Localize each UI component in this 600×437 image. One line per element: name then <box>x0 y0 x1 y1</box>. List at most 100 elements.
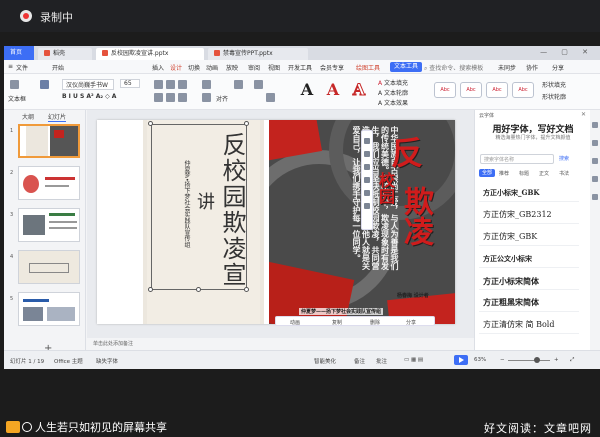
share-slide-button[interactable]: 分享 <box>406 319 416 326</box>
font-item[interactable]: 方正小标宋简体 <box>479 272 579 290</box>
list-icon[interactable] <box>166 80 175 89</box>
menu-slideshow[interactable]: 放映 <box>226 63 238 72</box>
align-icon[interactable] <box>154 80 163 89</box>
text-effect-button[interactable]: A 文本效果 <box>378 98 408 107</box>
slide-thumbnail-2[interactable] <box>18 166 80 200</box>
tab-drug-prevention-pptx[interactable]: 禁毒宣传PPT.pptx <box>208 48 308 60</box>
shape-style-2[interactable]: Abc <box>460 82 482 98</box>
textbox-label[interactable]: 文本框 <box>8 94 26 103</box>
shape-style-1[interactable]: Abc <box>434 82 456 98</box>
shape-style-3[interactable]: Abc <box>486 82 508 98</box>
slide-1[interactable]: 仲夏梦•扬下梦社会实践队宣传组 讲 反校园欺凌宣 中华民族自古崇尚仁爱，与人为善… <box>97 120 455 324</box>
play-slideshow-button[interactable] <box>454 355 468 365</box>
font-tab-calligraphy[interactable]: 书法 <box>559 170 569 177</box>
convert-icon[interactable] <box>254 80 263 89</box>
smart-art-icon[interactable] <box>266 93 275 102</box>
layers-icon[interactable] <box>364 138 370 144</box>
zoom-out-icon[interactable]: − <box>500 357 505 363</box>
notes-field[interactable]: 单击此处添加备注 <box>87 338 474 348</box>
tab-slides[interactable]: 幻灯片 <box>48 112 67 122</box>
fit-window-icon[interactable]: ⤢ <box>570 357 574 364</box>
shape-icon[interactable] <box>592 140 598 146</box>
slide-subtitle[interactable]: 仲夏梦•扬下梦社会实践队宣传组 <box>171 160 191 250</box>
indent-icon[interactable] <box>178 80 187 89</box>
text-fill-button[interactable]: A 文本填充 <box>378 78 408 87</box>
slide-thumbnail-1[interactable] <box>18 124 80 158</box>
resize-handle[interactable] <box>244 121 249 126</box>
font-item[interactable]: 方正小标宋_GBK <box>479 184 579 202</box>
image-icon[interactable] <box>364 203 370 209</box>
microphone-icon[interactable] <box>22 422 32 432</box>
text-style-outline[interactable]: A <box>348 78 370 102</box>
menu-member[interactable]: 会员专享 <box>320 63 344 72</box>
font-name-select[interactable]: 汉仪尚巍手书W <box>62 79 114 90</box>
align-left-icon[interactable] <box>154 93 163 102</box>
font-size-select[interactable]: 65 <box>120 79 140 88</box>
resize-handle[interactable] <box>148 287 153 292</box>
align-center-icon[interactable] <box>166 93 175 102</box>
close-icon[interactable]: ✕ <box>581 111 586 118</box>
view-buttons[interactable]: ▭ ▦ ▤ <box>404 357 423 363</box>
arrange-icon[interactable] <box>202 93 211 102</box>
zoom-slider[interactable] <box>508 360 550 361</box>
smart-beautify-button[interactable]: 智能美化 <box>314 357 336 365</box>
align-right-icon[interactable] <box>178 93 187 102</box>
menu-transition[interactable]: 切换 <box>188 63 200 72</box>
missing-font[interactable]: 缺失字体 <box>96 357 118 365</box>
menu-review[interactable]: 审阅 <box>248 63 260 72</box>
slide-jiang-text[interactable]: 讲 <box>197 188 215 214</box>
settings-icon[interactable] <box>592 194 598 200</box>
tab-docer[interactable]: 稻壳 <box>38 48 92 60</box>
arrange-label[interactable]: 对齐 <box>216 94 228 103</box>
menu-animation[interactable]: 动画 <box>206 63 218 72</box>
menu-text-tools[interactable]: 文本工具 <box>390 62 423 72</box>
font-tab-recommend[interactable]: 推荐 <box>499 170 509 177</box>
resize-handle[interactable] <box>148 121 153 126</box>
font-icon[interactable] <box>592 176 598 182</box>
format-buttons[interactable]: B I U S A² A₂ ◇ A <box>62 93 116 100</box>
delete-button[interactable]: 删除 <box>370 319 380 326</box>
slide-thumbnail-3[interactable] <box>18 208 80 242</box>
resize-handle[interactable] <box>196 287 201 292</box>
textbox-icon[interactable] <box>10 80 19 89</box>
crop-icon[interactable] <box>364 177 370 183</box>
menu-drawing-tools[interactable]: 绘图工具 <box>356 63 380 72</box>
record-icon[interactable] <box>20 10 32 22</box>
menu-start[interactable]: 开始 <box>52 63 64 72</box>
animation-button[interactable]: 动画 <box>290 319 300 326</box>
comments-toggle[interactable]: 批注 <box>376 357 387 365</box>
cloud-sync[interactable]: 未同步 <box>498 63 516 72</box>
menu-file[interactable]: 文件 <box>16 63 28 72</box>
command-search[interactable]: ⌕ 查找命令、搜索模板 <box>424 63 483 73</box>
collab-button[interactable]: 协作 <box>526 63 538 72</box>
font-search-input[interactable]: 搜索字体名称 <box>480 154 554 164</box>
text-style-black[interactable]: A <box>296 78 318 102</box>
font-tab-body[interactable]: 正文 <box>539 170 549 177</box>
shape-icon[interactable] <box>364 164 370 170</box>
zoom-in-icon[interactable]: + <box>554 357 559 363</box>
text-style-red[interactable]: A <box>322 78 344 102</box>
zoom-slider-knob[interactable] <box>534 357 540 363</box>
font-item[interactable]: 方正粗黑宋简体 <box>479 294 579 312</box>
font-item[interactable]: 方正清仿宋 简 Bold <box>479 316 579 334</box>
text-direction-icon[interactable] <box>202 80 211 89</box>
select-icon[interactable] <box>592 122 598 128</box>
font-search-button[interactable]: 搜索 <box>559 155 569 162</box>
menu-insert[interactable]: 插入 <box>152 63 164 72</box>
tab-outline[interactable]: 大纲 <box>22 112 34 121</box>
slide-thumbnail-5[interactable] <box>18 292 80 326</box>
shape-fill-button[interactable]: 形状填充 <box>542 80 566 89</box>
tab-home[interactable]: 首页 <box>4 46 34 60</box>
style-icon[interactable] <box>592 158 598 164</box>
copy-button[interactable]: 复制 <box>332 319 342 326</box>
font-tab-title[interactable]: 标题 <box>519 170 529 177</box>
slide-canvas[interactable]: 仲夏梦•扬下梦社会实践队宣传组 讲 反校园欺凌宣 中华民族自古崇尚仁爱，与人为善… <box>87 110 474 338</box>
font-item[interactable]: 方正仿宋_GBK <box>479 228 579 246</box>
menu-hamburger-icon[interactable]: ≡ <box>8 63 13 70</box>
share-button[interactable]: 分享 <box>552 63 564 72</box>
menu-design[interactable]: 设计 <box>170 63 182 72</box>
tab-anti-bullying-pptx[interactable]: 反校园欺凌宣讲.pptx <box>96 48 204 60</box>
notes-toggle[interactable]: 备注 <box>354 357 365 365</box>
menu-view[interactable]: 视图 <box>268 63 280 72</box>
slide-title[interactable]: 反校园欺凌宣 <box>218 132 246 288</box>
